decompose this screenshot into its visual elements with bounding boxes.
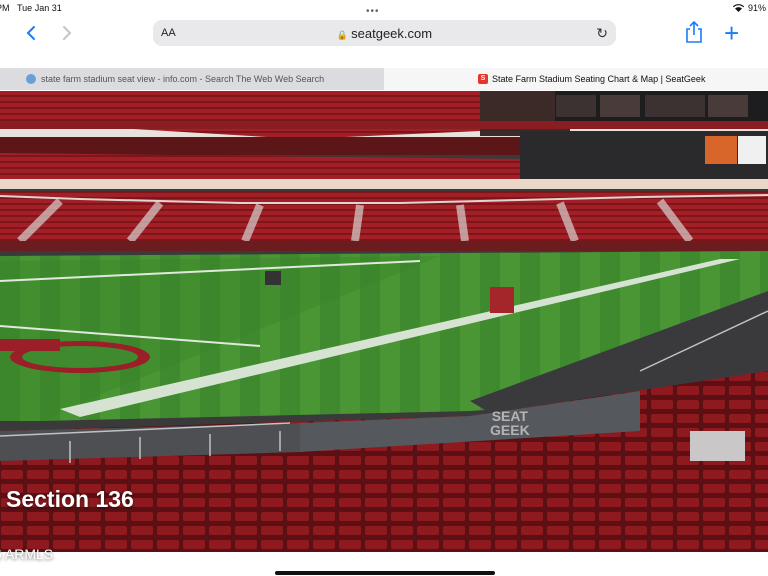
info-favicon-icon	[26, 74, 36, 84]
status-bar: PM Tue Jan 31 ••• 91%	[0, 0, 768, 17]
browser-toolbar: AA 🔒 seatgeek.com ↻ +	[0, 16, 768, 58]
status-right: 91%	[732, 3, 766, 13]
watermark-line2: GEEK	[490, 422, 530, 438]
sidebar-icon[interactable]	[0, 20, 10, 46]
stadium-photo: SEAT GEEK	[0, 91, 768, 552]
reload-icon[interactable]: ↻	[596, 25, 608, 42]
url-field[interactable]: 🔒 seatgeek.com	[153, 26, 616, 41]
new-tab-button[interactable]: +	[724, 18, 739, 49]
forward-button[interactable]	[56, 20, 78, 46]
back-button[interactable]	[20, 20, 42, 46]
text-size-button[interactable]: AA	[161, 27, 176, 39]
chevron-left-icon	[26, 26, 35, 40]
tab-bar: state farm stadium seat view - info.com …	[0, 68, 768, 90]
status-time: PM Tue Jan 31	[0, 3, 62, 13]
time-text: PM	[0, 3, 10, 13]
seatgeek-favicon-icon: S	[478, 74, 488, 84]
wifi-icon	[732, 4, 744, 12]
home-indicator[interactable]	[275, 571, 495, 575]
url-text: seatgeek.com	[351, 25, 433, 41]
share-button[interactable]	[684, 20, 708, 46]
address-bar[interactable]: AA 🔒 seatgeek.com ↻	[153, 20, 616, 46]
battery-text: 91%	[747, 3, 766, 13]
chevron-right-icon	[63, 26, 72, 40]
section-subtitle: 6 ARMLS	[0, 546, 54, 562]
tab-search[interactable]: state farm stadium seat view - info.com …	[0, 68, 401, 90]
tab-seatgeek[interactable]: S State Farm Stadium Seating Chart & Map…	[384, 68, 768, 90]
stadium-view-image	[0, 91, 768, 552]
tab-label: state farm stadium seat view - info.com …	[41, 74, 325, 84]
watermark-line1: SEAT	[491, 408, 528, 424]
share-icon	[686, 20, 702, 43]
lock-icon: 🔒	[336, 29, 349, 40]
seatgeek-watermark: SEAT GEEK	[490, 409, 530, 437]
section-title: Section 136	[6, 486, 134, 512]
tab-label: State Farm Stadium Seating Chart & Map |…	[492, 74, 706, 84]
date-text: Tue Jan 31	[17, 3, 62, 13]
